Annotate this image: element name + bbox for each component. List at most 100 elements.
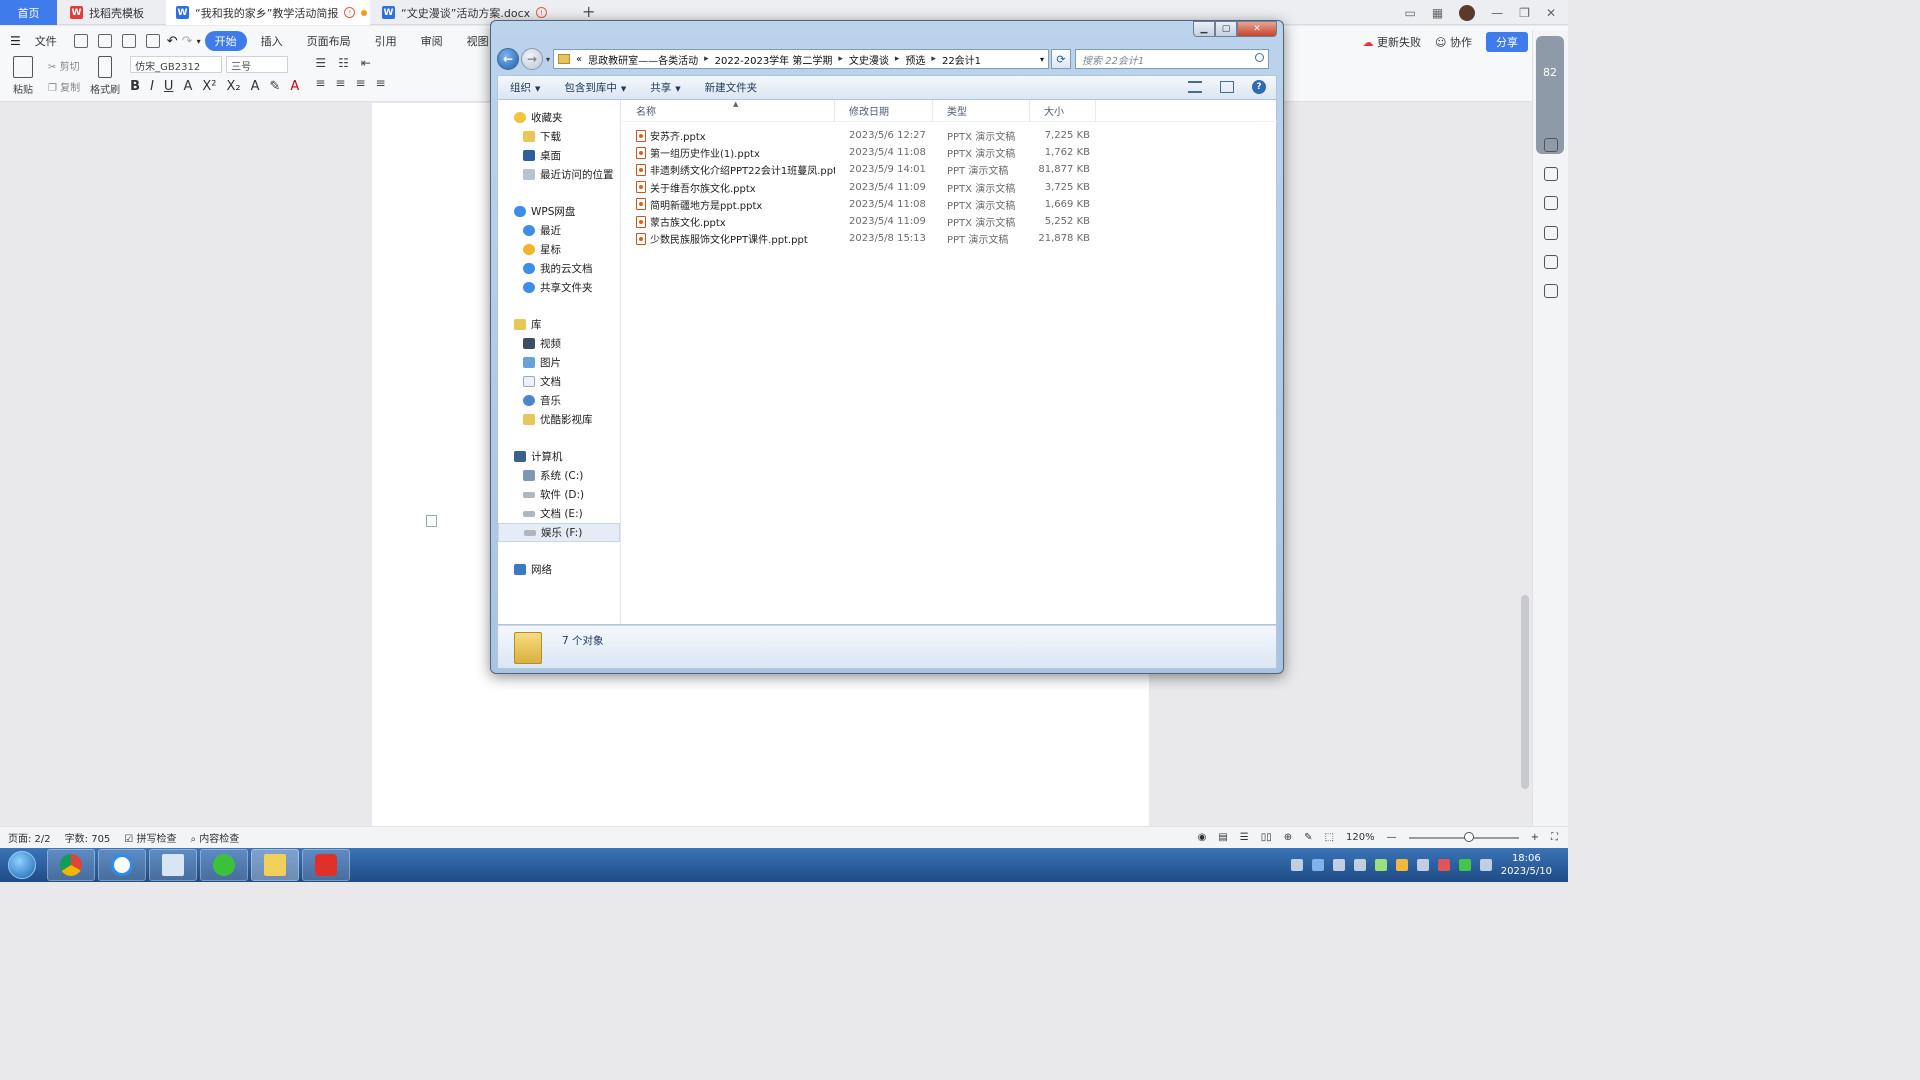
align-center-icon[interactable]: ≡	[335, 76, 345, 90]
file-row[interactable]: 简明新疆地方是ppt.pptx 2023/5/4 11:08 PPTX 演示文稿…	[622, 196, 1277, 213]
redo-icon[interactable]: ↷	[182, 34, 193, 49]
display-tray-icon[interactable]	[1479, 859, 1492, 871]
zoom-level[interactable]: 120%	[1346, 832, 1375, 843]
column-header-name[interactable]: 名称	[622, 99, 835, 122]
paste-options-icon[interactable]	[426, 515, 437, 527]
change-view-icon[interactable]	[1188, 81, 1202, 93]
file-row[interactable]: 少数民族服饰文化PPT课件.ppt.ppt 2023/5/8 15:13 PPT…	[622, 230, 1277, 247]
layout-icon[interactable]: ▭	[1404, 6, 1415, 20]
forward-button[interactable]: →	[521, 48, 543, 70]
underline-icon[interactable]: U	[164, 79, 174, 94]
apps-grid-icon[interactable]: ▦	[1432, 6, 1443, 20]
chevron-right-icon[interactable]: ▸	[895, 54, 900, 64]
numbered-list-icon[interactable]: ☷	[338, 56, 349, 70]
back-button[interactable]: ←	[497, 48, 519, 70]
chevron-right-icon[interactable]: ▸	[931, 54, 936, 64]
nav-item-documents[interactable]: 文档	[498, 372, 620, 391]
chevron-right-icon[interactable]: ▸	[838, 54, 843, 64]
taskbar-wps[interactable]	[302, 849, 350, 881]
column-header-date[interactable]: 修改日期	[835, 99, 933, 122]
page-view-icon[interactable]: ▤	[1218, 832, 1227, 843]
new-folder-button[interactable]: 新建文件夹	[693, 80, 770, 95]
refresh-button[interactable]: ⟳	[1051, 49, 1072, 69]
file-row[interactable]: 非遗刺绣文化介绍PPT22会计1班蔓凤.ppt 2023/5/9 14:01 P…	[622, 161, 1277, 178]
breadcrumb-item[interactable]: 文史漫谈	[849, 52, 889, 67]
image-icon[interactable]	[1544, 226, 1558, 240]
share-with-button[interactable]: 共享 ▼	[638, 80, 692, 95]
nav-item-youku-library[interactable]: 优酷影视库	[498, 410, 620, 429]
nav-item-starred[interactable]: 星标	[498, 240, 620, 259]
column-header-type[interactable]: 类型	[933, 99, 1030, 122]
chevron-right-icon[interactable]: ▸	[704, 54, 709, 64]
bullet-list-icon[interactable]: ☰	[315, 56, 326, 70]
vertical-scrollbar-thumb[interactable]	[1521, 595, 1529, 789]
window-restore-icon[interactable]: ❐	[1519, 6, 1530, 20]
book-icon[interactable]	[1544, 284, 1558, 298]
preview-icon[interactable]	[145, 34, 160, 48]
zoom-out-icon[interactable]: —	[1387, 832, 1397, 843]
shield-icon[interactable]	[1332, 859, 1345, 871]
security-tray-icon[interactable]	[1395, 859, 1408, 871]
fullscreen-icon[interactable]: ⛶	[1551, 832, 1558, 843]
align-right-icon[interactable]: ≡	[355, 76, 365, 90]
menu-start[interactable]: 开始	[204, 31, 247, 51]
nav-item-shared-folders[interactable]: 共享文件夹	[498, 278, 620, 297]
read-view-icon[interactable]: ▯▯	[1261, 832, 1272, 843]
avatar[interactable]	[1459, 4, 1476, 21]
explorer-close-button[interactable]: ✕	[1237, 21, 1277, 37]
help-icon[interactable]: ?	[1252, 80, 1266, 94]
fit-page-icon[interactable]: ⬚	[1325, 832, 1334, 843]
subscript-icon[interactable]: X₂	[226, 79, 240, 94]
strikethrough-icon[interactable]: A	[183, 79, 192, 94]
cut-button[interactable]: ✂ 剪切	[48, 58, 80, 73]
taskbar-screens[interactable]	[149, 849, 197, 881]
font-name-select[interactable]: 仿宋_GB2312	[130, 56, 223, 73]
menu-insert[interactable]: 插入	[251, 31, 293, 51]
nav-wps-cloud[interactable]: WPS网盘	[498, 202, 620, 221]
volume-icon[interactable]	[1416, 859, 1429, 871]
include-in-library-button[interactable]: 包含到库中 ▼	[552, 80, 638, 95]
explorer-maximize-button[interactable]: ▢	[1215, 21, 1237, 37]
app-tray-icon[interactable]	[1353, 859, 1366, 871]
address-history-dropdown-icon[interactable]: ▾	[1040, 55, 1044, 64]
save-icon[interactable]	[73, 34, 88, 48]
search-input[interactable]: 搜索 22会计1	[1075, 49, 1270, 69]
menu-review[interactable]: 审阅	[411, 31, 453, 51]
taskbar-baidu-netdisk[interactable]	[98, 849, 146, 881]
breadcrumb-item[interactable]: 22会计1	[942, 52, 981, 67]
italic-icon[interactable]: I	[150, 79, 154, 94]
file-row[interactable]: 安苏齐.pptx 2023/5/6 12:27 PPTX 演示文稿 7,225 …	[622, 127, 1277, 144]
nav-favorites[interactable]: 收藏夹	[498, 108, 620, 127]
text-effect-icon[interactable]: A	[251, 79, 260, 94]
page-count[interactable]: 页面: 2/2	[8, 830, 51, 845]
settings-sliders-icon[interactable]	[1544, 196, 1558, 210]
organize-button[interactable]: 组织 ▼	[498, 80, 552, 95]
zoom-slider[interactable]	[1408, 831, 1519, 842]
location-icon[interactable]	[1544, 255, 1558, 269]
file-row[interactable]: 关于维吾尔族文化.pptx 2023/5/4 11:09 PPTX 演示文稿 3…	[622, 179, 1277, 196]
nav-computer[interactable]: 计算机	[498, 447, 620, 466]
write-view-icon[interactable]: ✎	[1304, 832, 1312, 843]
input-method-icon[interactable]	[1437, 859, 1450, 871]
menu-file[interactable]: 文件	[25, 31, 67, 51]
preview-pane-icon[interactable]	[1220, 81, 1234, 93]
export-icon[interactable]	[97, 34, 112, 48]
menu-references[interactable]: 引用	[365, 31, 407, 51]
menu-layout[interactable]: 页面布局	[297, 31, 361, 51]
content-check-button[interactable]: ⌕ 内容检查	[190, 830, 239, 845]
nav-item-drive-c[interactable]: 系统 (C:)	[498, 466, 620, 485]
window-minimize-icon[interactable]: —	[1491, 6, 1503, 20]
quick-more-icon[interactable]: ▾	[197, 37, 201, 46]
tab-template[interactable]: W 找稻壳模板	[60, 0, 164, 25]
print-icon[interactable]	[121, 34, 136, 48]
performance-badge[interactable]: 82	[1536, 36, 1564, 154]
file-row[interactable]: 第一组历史作业(1).pptx 2023/5/4 11:08 PPTX 演示文稿…	[622, 144, 1277, 161]
nav-item-drive-e[interactable]: 文档 (E:)	[498, 504, 620, 523]
address-bar[interactable]: « 思政教研室——各类活动 ▸ 2022-2023学年 第二学期 ▸ 文史漫谈 …	[553, 49, 1050, 69]
window-close-icon[interactable]: ✕	[1546, 6, 1556, 20]
taskbar-wechat[interactable]	[200, 849, 248, 881]
highlight-icon[interactable]: ✎	[270, 79, 281, 94]
font-color-icon[interactable]: A	[290, 79, 299, 94]
tab-home[interactable]: 首页	[0, 0, 57, 25]
zoom-in-icon[interactable]: +	[1531, 832, 1539, 843]
